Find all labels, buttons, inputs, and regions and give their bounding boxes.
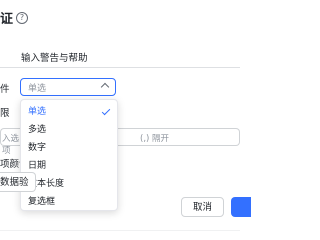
option-label: 单选 xyxy=(28,107,47,117)
options-input-left[interactable]: 入选项 xyxy=(0,128,20,156)
tab-input-warning-help[interactable]: 输入警告与帮助 xyxy=(21,50,88,64)
option-label: 多选 xyxy=(28,125,47,135)
dialog-title-text: 证 xyxy=(0,12,14,27)
footer-divider xyxy=(0,230,240,231)
field-label-type: 件 xyxy=(0,84,10,95)
data-validation-button[interactable]: 数据验 xyxy=(0,172,36,192)
option-label: 数字 xyxy=(28,143,47,153)
question-circle-icon[interactable]: ? xyxy=(16,11,29,24)
check-icon xyxy=(101,106,111,116)
option-label: 日期 xyxy=(28,161,47,171)
dropdown-option-single[interactable]: 单选 xyxy=(21,103,117,121)
dropdown-option-date[interactable]: 日期 xyxy=(21,157,117,175)
options-input[interactable]: (,) 隔开 xyxy=(118,128,240,146)
field-label-limit: 限 xyxy=(0,108,10,119)
confirm-button[interactable] xyxy=(231,197,251,217)
tab-divider xyxy=(0,67,240,68)
validation-type-select[interactable]: 单选 xyxy=(20,78,116,96)
options-input-placeholder-right: (,) 隔开 xyxy=(140,134,170,144)
select-value: 单选 xyxy=(28,84,47,94)
chevron-up-icon xyxy=(100,82,110,92)
option-label: 复选框 xyxy=(28,197,56,207)
dropdown-option-checkbox[interactable]: 复选框 xyxy=(21,193,117,211)
dropdown-option-number[interactable]: 数字 xyxy=(21,139,117,157)
cancel-button[interactable]: 取消 xyxy=(181,197,224,217)
dropdown-option-multi[interactable]: 多选 xyxy=(21,121,117,139)
dialog-title: 证 ? xyxy=(0,8,29,27)
validation-type-dropdown: 单选 多选 数字 日期 文本长度 复选框 xyxy=(20,99,118,211)
options-input-placeholder-left: 入选项 xyxy=(2,134,20,156)
